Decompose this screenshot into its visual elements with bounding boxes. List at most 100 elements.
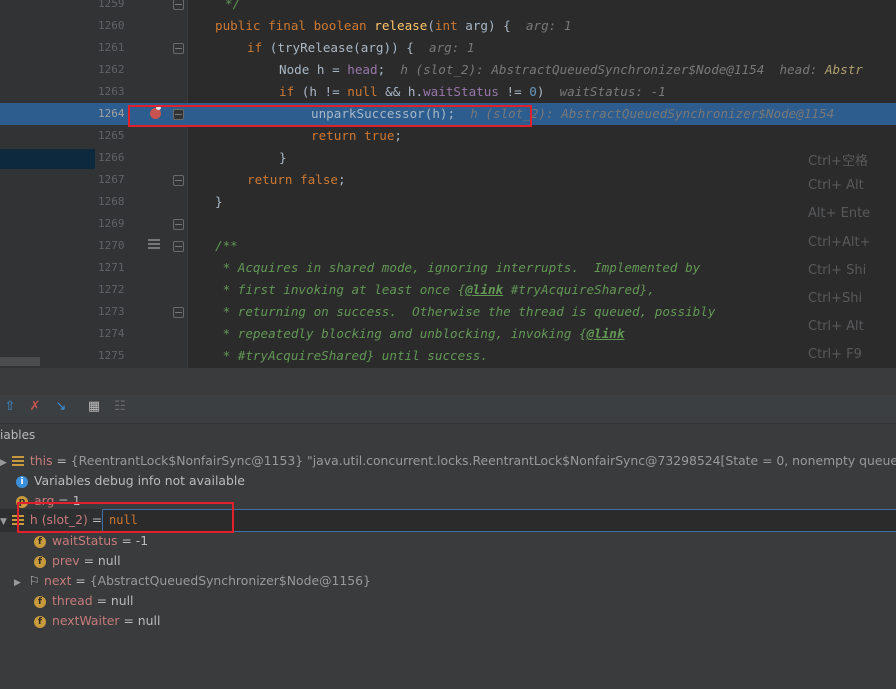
shortcut-hint: Ctrl+Alt+ [808,234,871,250]
line-number[interactable]: 1266 [98,147,128,169]
line-number[interactable]: 1262 [98,59,128,81]
variable-name: prev [52,553,80,568]
line-number[interactable]: 1269 [98,213,128,235]
shortcut-hint: Alt+ Ente [808,206,871,222]
code-line[interactable]: 1263 if (h != null && h.waitStatus != 0) … [0,81,896,103]
code-text: * first invoking at least once {@link #t… [215,282,655,297]
drop-frame-icon[interactable]: ✗ [27,399,43,415]
line-number[interactable]: 1275 [98,345,128,367]
code-line[interactable]: 1274 * repeatedly blocking and unblockin… [0,323,896,345]
line-number[interactable]: 1264 [98,103,128,125]
field-waitStatus[interactable]: f waitStatus = -1 [34,531,148,551]
variable-name: nextWaiter [52,613,120,628]
fold-marker-icon[interactable] [173,109,184,120]
shortcut-hint: Ctrl+ Alt [808,319,864,335]
debug-toolbar [0,395,896,424]
shortcut-hint: Ctrl+空格 [808,154,869,169]
code-text: if (h != null && h.waitStatus != 0) wait… [279,84,666,99]
variable-name: this [29,453,53,468]
fold-marker-icon[interactable] [173,219,184,230]
code-line[interactable]: 1261 if (tryRelease(arg)) { arg: 1 [0,37,896,59]
evaluate-expression-icon[interactable]: ▦ [86,399,102,415]
code-text: /** [215,238,238,253]
field-thread[interactable]: f thread = null [34,591,133,611]
code-line[interactable]: 1269 [0,213,896,235]
fold-marker-icon[interactable] [173,0,184,10]
code-text: if (tryRelease(arg)) { arg: 1 [247,40,475,55]
code-line[interactable]: 1259 */ [0,0,896,15]
trace-icon[interactable]: ☷ [112,399,128,415]
field-icon: f [34,595,46,608]
code-line[interactable]: 1265 return true; [0,125,896,147]
field-icon: f [34,555,46,568]
line-number[interactable]: 1273 [98,301,128,323]
code-text: */ [225,0,241,11]
code-line[interactable]: 1268} [0,191,896,213]
code-text: } [279,150,287,165]
info-text: Variables debug info not available [34,473,245,488]
expand-arrow-icon[interactable]: ▶ [0,458,7,468]
variable-value: {AbstractQueuedSynchronizer$Node@1156} [89,573,371,588]
line-number[interactable]: 1263 [98,81,128,103]
code-text: Node h = head; h (slot_2): AbstractQueue… [279,62,863,77]
variable-value: null [110,593,134,608]
code-text: * Acquires in shared mode, ignoring inte… [215,260,701,275]
doc-comment-icon[interactable] [148,239,160,249]
code-text: return true; [311,128,402,143]
variable-info: i Variables debug info not available [16,471,245,491]
code-line[interactable]: 1275 * #tryAcquireShared} until success. [0,345,896,367]
code-text: * #tryAcquireShared} until success. [215,348,488,363]
code-line[interactable]: 1260 public final boolean release(int arg… [0,15,896,37]
field-next[interactable]: ▶ ⚐ next = {AbstractQueuedSynchronizer$Nod… [14,571,371,591]
line-number[interactable]: 1274 [98,323,128,345]
code-text: * repeatedly blocking and unblocking, in… [215,326,625,341]
code-line[interactable]: 1267 return false; [0,169,896,191]
code-line[interactable]: 1262 Node h = head; h (slot_2): AbstractQ… [0,59,896,81]
line-number[interactable]: 1268 [98,191,128,213]
variable-value: null [137,613,161,628]
info-icon: i [16,475,28,488]
local-variable-icon [11,456,24,467]
collapse-arrow-icon[interactable]: ▼ [0,517,7,527]
line-number[interactable]: 1271 [98,257,128,279]
fold-marker-icon[interactable] [173,43,184,54]
run-to-cursor-icon[interactable]: ↘ [53,399,69,415]
highlight-box-code [128,105,532,127]
variable-name: thread [52,593,93,608]
code-text: public final boolean release(int arg) { … [215,18,572,33]
code-line[interactable]: 1271 * Acquires in shared mode, ignoring… [0,257,896,279]
shortcut-hint: Ctrl+ Alt [808,178,864,194]
code-text: return false; [247,172,346,187]
code-line[interactable]: 1273 * returning on success. Otherwise t… [0,301,896,323]
line-number[interactable]: 1260 [98,15,128,37]
line-number[interactable]: 1265 [98,125,128,147]
line-number[interactable]: 1272 [98,279,128,301]
code-line[interactable]: 1266} [0,147,896,169]
code-text: } [215,194,223,209]
code-line[interactable]: 1270 /** [0,235,896,257]
variables-panel-label: iables [0,428,36,442]
variable-this[interactable]: ▶ this = {ReentrantLock$NonfairSync@1153}… [0,451,896,471]
variable-value: -1 [135,533,149,548]
fold-marker-icon[interactable] [173,307,184,318]
code-line[interactable]: 1272 * first invoking at least once {@li… [0,279,896,301]
code-text: * returning on success. Otherwise the th… [215,304,716,319]
variable-value: null [97,553,121,568]
shortcut-hint: Ctrl+ F9 [808,347,862,363]
line-number[interactable]: 1267 [98,169,128,191]
field-prev[interactable]: f prev = null [34,551,121,571]
variable-name: next [44,573,72,588]
code-editor[interactable]: 1259 */ 1260 public final boolean release(i… [0,0,896,368]
line-number[interactable]: 1261 [98,37,128,59]
line-number[interactable]: 1270 [98,235,128,257]
field-icon: f [34,535,46,548]
expand-arrow-icon[interactable]: ▶ [14,578,21,588]
shortcut-hint: Ctrl+ Shi [808,262,867,278]
step-out-icon[interactable]: ⇧ [2,399,18,415]
field-nextWaiter[interactable]: f nextWaiter = null [34,611,160,631]
line-number[interactable]: 1259 [98,0,128,15]
variable-name: waitStatus [52,533,118,548]
variable-value: {ReentrantLock$NonfairSync@1153} "java.u… [70,453,896,468]
fold-marker-icon[interactable] [173,175,184,186]
fold-marker-icon[interactable] [173,241,184,252]
